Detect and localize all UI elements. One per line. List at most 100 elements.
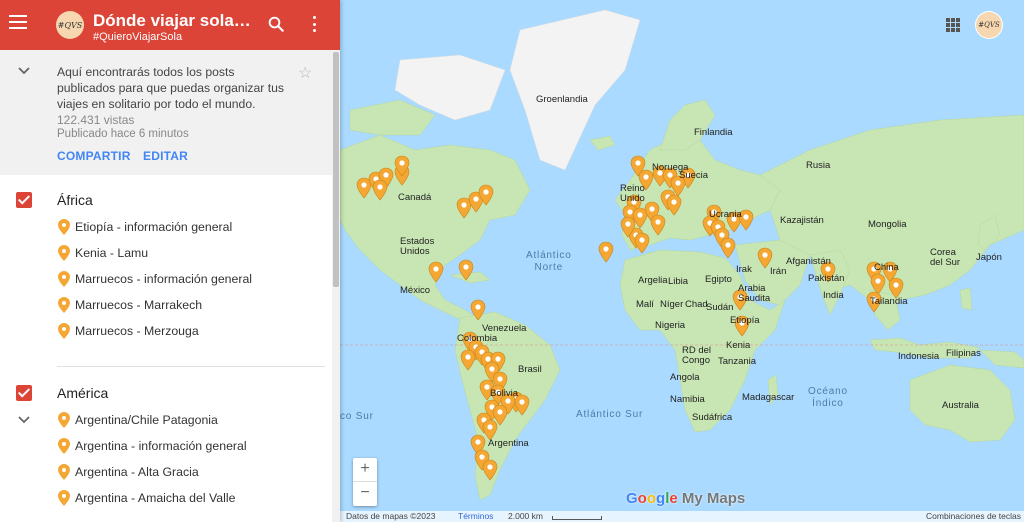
map-data-credit: Datos de mapas ©2023: [346, 511, 436, 521]
map-canvas[interactable]: Groenlandia Canadá Estados Unidos México…: [340, 0, 1024, 522]
layer-title: África: [57, 192, 93, 208]
layer-header[interactable]: América: [0, 378, 330, 408]
label-chad: Chad: [685, 299, 708, 310]
user-avatar[interactable]: #QVS: [976, 12, 1002, 38]
label-mexico: México: [400, 285, 431, 296]
label-iran: Irán: [770, 266, 787, 277]
label-namibia: Namibia: [670, 394, 705, 405]
map-pin-marker[interactable]: [634, 232, 650, 254]
map-footer: Datos de mapas ©2023 Términos 2.000 km C…: [340, 511, 1024, 522]
label-mali: Malí: [636, 299, 654, 310]
label-angola: Angola: [670, 372, 700, 383]
ocean-atlantico-sur: Atlántico Sur: [576, 409, 644, 420]
menu-icon[interactable]: [9, 15, 27, 29]
item-label: Argentina - información general: [75, 439, 247, 453]
label-rusia: Rusia: [806, 160, 831, 171]
label-mongolia: Mongolia: [868, 219, 907, 230]
item-label: Argentina - Amaicha del Valle: [75, 491, 236, 505]
label-etiopia: Etiopía: [730, 315, 760, 326]
label-reino-unido: Reino Unido: [620, 183, 645, 204]
star-icon[interactable]: ☆: [298, 63, 312, 83]
share-button[interactable]: COMPARTIR: [57, 149, 131, 163]
label-groenlandia: Groenlandia: [536, 94, 588, 105]
list-item[interactable]: Argentina/Chile Patagonia: [0, 408, 330, 434]
label-irak: Irak: [736, 264, 752, 275]
published-time: Publicado hace 6 minutos: [57, 128, 189, 140]
label-libia: Libia: [668, 276, 689, 287]
label-colombia: Colombia: [457, 333, 498, 344]
layer-divider: [57, 366, 325, 367]
label-kazajistan: Kazajistán: [780, 215, 824, 226]
label-finlandia: Finlandia: [694, 127, 733, 138]
map-logo: #QVS: [56, 11, 84, 39]
label-india: India: [823, 290, 844, 301]
google-my-maps-logo: Google My Maps: [626, 490, 746, 507]
item-label: Argentina - Alta Gracia: [75, 465, 199, 479]
list-item[interactable]: Etiopía - información general: [0, 215, 330, 241]
chevron-down-icon[interactable]: [17, 414, 31, 426]
panel-scrollbar[interactable]: [332, 50, 340, 522]
item-label: Argentina/Chile Patagonia: [75, 413, 218, 427]
label-niger: Níger: [660, 299, 684, 310]
my-maps-app: Groenlandia Canadá Estados Unidos México…: [0, 0, 1024, 522]
ocean-atlantico-norte: Atlántico Norte: [526, 250, 572, 273]
list-item[interactable]: Marruecos - información general: [0, 267, 330, 293]
list-item[interactable]: Argentina - Amaicha del Valle: [0, 486, 330, 512]
map-pin-icon: [58, 271, 70, 287]
list-item[interactable]: Argentina - Alta Gracia: [0, 460, 330, 486]
ocean-pacifico-sur: co Sur: [340, 411, 374, 422]
label-tailandia: Tailandia: [870, 296, 908, 307]
layer-header[interactable]: África: [0, 185, 330, 215]
label-china: China: [874, 262, 899, 273]
apps-grid-icon[interactable]: [946, 18, 960, 32]
layer-america: América Argentina/Chile Patagonia Argent…: [0, 378, 330, 512]
edit-button[interactable]: EDITAR: [143, 149, 188, 163]
layer-checkbox-america[interactable]: [16, 385, 32, 401]
world-map: [340, 9, 1024, 501]
list-item[interactable]: Kenia - Lamu: [0, 241, 330, 267]
label-sudan: Sudán: [706, 302, 734, 313]
list-item[interactable]: Marruecos - Merzouga: [0, 319, 330, 345]
label-argelia: Argelia: [638, 275, 668, 286]
map-description: Aquí encontrarás todos los posts publica…: [0, 50, 332, 175]
terms-link[interactable]: Términos: [458, 511, 493, 521]
label-suecia: Suecia: [679, 170, 709, 181]
label-madagascar: Madagascar: [742, 392, 795, 403]
list-item[interactable]: Argentina - información general: [0, 434, 330, 460]
label-indonesia: Indonesia: [898, 351, 940, 362]
search-icon[interactable]: [267, 15, 285, 33]
chevron-down-icon[interactable]: [17, 64, 31, 78]
list-item[interactable]: Marruecos - Marrakech: [0, 293, 330, 319]
scrollbar-thumb[interactable]: [333, 52, 339, 287]
label-kenia: Kenia: [726, 340, 751, 351]
label-arabia: Arabia Saudita: [738, 283, 771, 304]
label-ucrania: Ucrania: [709, 209, 742, 220]
ocean-indico: Océano Índico: [808, 386, 848, 409]
zoom-in-button[interactable]: +: [353, 458, 377, 482]
scale-label: 2.000 km: [508, 511, 543, 521]
more-options-icon[interactable]: [306, 15, 322, 33]
zoom-out-button[interactable]: −: [353, 482, 377, 506]
map-pin-icon: [58, 464, 70, 480]
map-title: Dónde viajar sola - #QuieroViajarSola: [93, 11, 253, 30]
legend-panel: #QVS Dónde viajar sola - #QuieroViajarSo…: [0, 0, 340, 522]
layer-africa: África Etiopía - información general Ken…: [0, 185, 330, 345]
map-pin-icon: [58, 490, 70, 506]
label-bolivia: Bolivia: [490, 388, 518, 399]
label-brasil: Brasil: [518, 364, 542, 375]
item-label: Kenia - Lamu: [75, 246, 149, 260]
view-count: 122.431 vistas: [57, 113, 135, 127]
scale-bar: [552, 516, 602, 520]
item-label: Etiopía - información general: [75, 220, 233, 234]
map-pin-icon: [58, 438, 70, 454]
item-label: Marruecos - Marrakech: [75, 298, 203, 312]
label-corea-sur: Corea del Sur: [930, 247, 961, 268]
label-japon: Japón: [976, 252, 1002, 263]
map-pin-icon: [58, 219, 70, 235]
keyboard-shortcuts-link[interactable]: Combinaciones de teclas: [926, 511, 1021, 521]
layer-checkbox-africa[interactable]: [16, 192, 32, 208]
map-pin-marker[interactable]: [720, 237, 736, 259]
map-pin-marker[interactable]: [598, 241, 614, 263]
map-pin-icon: [58, 297, 70, 313]
item-label: Marruecos - información general: [75, 272, 253, 286]
